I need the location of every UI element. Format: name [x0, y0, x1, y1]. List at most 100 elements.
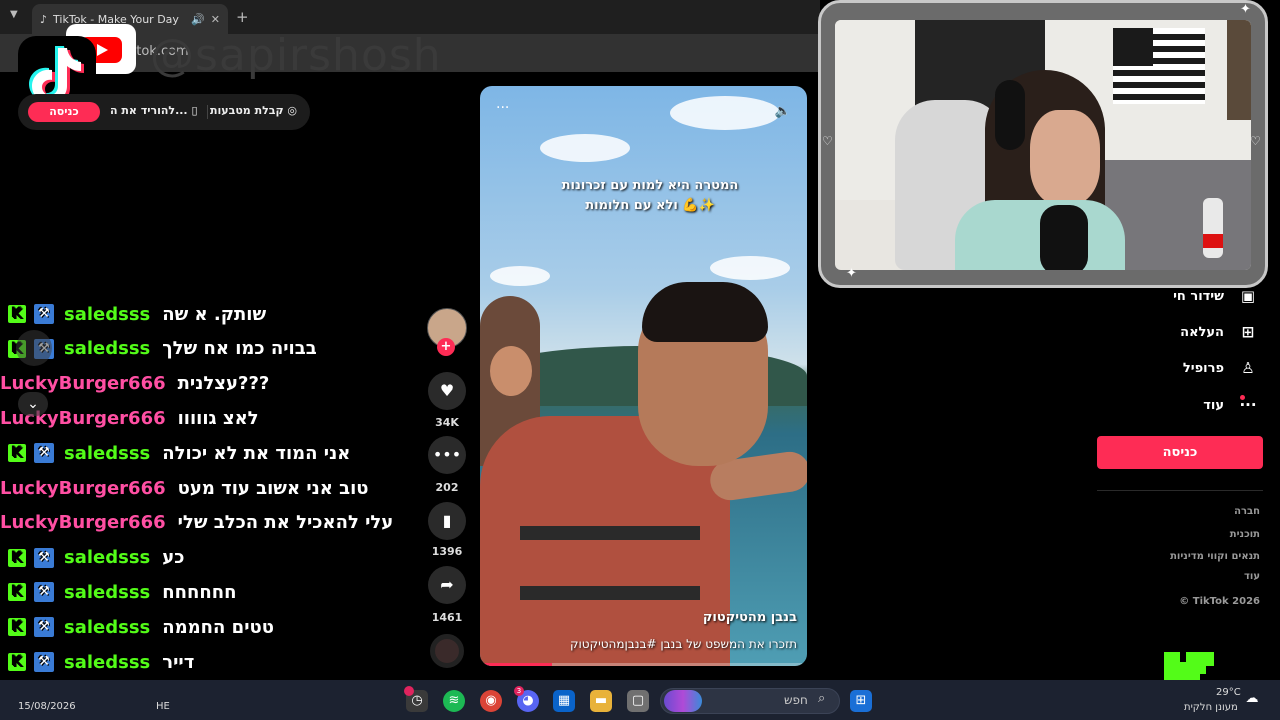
chat-username[interactable]: LuckyBurger666: [0, 478, 166, 499]
window-icon[interactable]: ▢: [627, 690, 649, 712]
live-tv-icon: ▣: [1240, 287, 1256, 305]
cloud: [540, 134, 630, 162]
chat-username[interactable]: LuckyBurger666: [0, 512, 166, 533]
bottle-label: [1203, 234, 1223, 248]
caption-line-1: המטרה היא למות עם זכרונות: [561, 178, 739, 193]
chat-text: שותק. א שה: [162, 303, 267, 325]
search-highlight-icon: [664, 690, 702, 712]
sidebar-item-label: פרופיל: [1182, 360, 1224, 376]
save-count: 1396: [431, 545, 463, 558]
footer-link-company[interactable]: חברה: [1234, 506, 1260, 517]
chat-message: LuckyBurger666 עלי להאכיל את הכלב שלי: [0, 506, 393, 540]
music-disc-icon[interactable]: [430, 634, 464, 668]
moderator-badge-icon: ⚒: [34, 617, 54, 638]
stream-watermark: @sapirshosh: [150, 30, 442, 81]
streamer-face: [1030, 110, 1100, 205]
footer-link-terms[interactable]: תנאים וקווי מדיניות: [1170, 551, 1260, 562]
headphones: [995, 80, 1025, 150]
video-player[interactable]: ··· 🔈 המטרה היא למות עם זכרונות ולא עם ח…: [480, 86, 807, 666]
copyright: © TikTok 2026: [1179, 596, 1260, 607]
chat-username[interactable]: saledsss: [64, 443, 150, 464]
divider: [1097, 490, 1263, 491]
get-coins-label: קבלת מטבעות: [210, 104, 284, 117]
cloud: [670, 96, 780, 130]
taskbar-language[interactable]: HE: [156, 701, 170, 712]
webcam-feed: [835, 20, 1251, 270]
video-progress-bar[interactable]: [480, 663, 807, 666]
chat-username[interactable]: LuckyBurger666: [0, 373, 166, 394]
new-tab-button[interactable]: +: [236, 8, 249, 26]
video-author[interactable]: בנבן מהטיקטוק: [703, 610, 797, 625]
follow-plus-icon[interactable]: +: [437, 338, 455, 356]
video-caption: המטרה היא למות עם זכרונות ולא עם חלומות …: [520, 176, 780, 216]
search-icon[interactable]: ⌕: [818, 691, 825, 706]
share-icon[interactable]: ➦: [428, 566, 466, 604]
chat-username[interactable]: saledsss: [64, 617, 150, 638]
more-options-icon[interactable]: ···: [496, 100, 509, 116]
chat-text: עצלנית???: [177, 373, 270, 395]
moderator-badge-icon: ⚒: [34, 304, 54, 324]
footer-link-more[interactable]: עוד: [1244, 571, 1260, 582]
heart-icon[interactable]: ♥: [428, 372, 466, 410]
sidebar-item-live[interactable]: שידור חי ▣: [1173, 284, 1258, 308]
close-tab-icon[interactable]: ✕: [211, 13, 220, 26]
bookmark-icon[interactable]: ▮: [428, 502, 466, 540]
sidebar-item-more[interactable]: עוד ···: [1203, 393, 1258, 417]
chat-message: K ⚒ saledsss אני המוד את לא יכולה: [0, 436, 350, 470]
chat-text: בבויה כמו אח שלך: [162, 338, 317, 360]
chevron-down-icon[interactable]: ⌄: [18, 392, 48, 416]
volume-icon[interactable]: 🔈: [775, 104, 791, 119]
chat-username[interactable]: saledsss: [64, 338, 150, 359]
chat-username[interactable]: saledsss: [64, 304, 150, 325]
temperature: 29°C: [1216, 687, 1241, 698]
footer-link-program[interactable]: תוכנית: [1230, 529, 1260, 540]
user-icon: ♙: [1241, 359, 1255, 377]
kick-badge-icon: K: [8, 305, 26, 323]
folder-icon[interactable]: ▬: [590, 690, 612, 712]
chat-username[interactable]: saledsss: [64, 547, 150, 568]
caption-line-2: ולא עם חלומות 💪✨: [585, 198, 715, 213]
tab-search-icon[interactable]: ▼: [10, 9, 18, 20]
stream-chat: K ⚒ saledsss שותק. א שה K ⚒ saledsss בבויה כמו …: [0, 300, 420, 710]
sidebar-item-label: עוד: [1203, 397, 1224, 413]
shelf: [1227, 20, 1251, 120]
phone-icon: ▯: [191, 104, 198, 117]
chrome-icon[interactable]: ◉: [480, 690, 502, 712]
chat-username[interactable]: saledsss: [64, 582, 150, 603]
sidebar-login-button[interactable]: כניסה: [1097, 436, 1263, 469]
kick-badge-icon: K: [8, 653, 26, 671]
vest-strap: [520, 526, 700, 540]
share-count: 1461: [431, 611, 463, 624]
download-app-link[interactable]: להוריד את ה... ▯: [110, 104, 198, 117]
get-coins-link[interactable]: קבלת מטבעות ◎: [210, 104, 297, 117]
sidebar-item-label: שידור חי: [1173, 288, 1224, 304]
chat-message: K ⚒ saledsss דייר: [0, 645, 194, 679]
girl-face: [490, 346, 532, 396]
like-count: 34K: [435, 416, 459, 429]
chat-text: עלי להאכיל את הכלב שלי: [177, 512, 394, 534]
header-login-button[interactable]: כניסה: [28, 102, 100, 122]
chat-text: טטים החממה: [162, 616, 274, 638]
chat-text: טוב אני אשוב עוד מעט: [177, 477, 369, 499]
store-icon[interactable]: ▦: [553, 690, 575, 712]
weather-icon[interactable]: ☁: [1241, 688, 1263, 710]
sidebar-item-upload[interactable]: העלאה ⊞: [1180, 320, 1258, 344]
tiktok-top-bar: כניסה להוריד את ה... ▯ קבלת מטבעות ◎: [18, 94, 310, 130]
start-windows-icon[interactable]: ⊞: [850, 690, 872, 712]
sidebar-item-profile[interactable]: פרופיל ♙: [1183, 356, 1258, 380]
speaker-icon[interactable]: 🔊: [191, 13, 205, 26]
taskbar-date: 15/08/2026: [18, 701, 76, 712]
comment-icon[interactable]: •••: [428, 436, 466, 474]
kick-badge-icon: K: [8, 444, 26, 463]
sparkle-icon: ✦: [846, 266, 857, 281]
moderator-badge-icon: ⚒: [34, 582, 54, 603]
water-bottle: [1203, 198, 1223, 258]
kick-badge-icon: K: [8, 618, 26, 637]
chat-username[interactable]: saledsss: [64, 652, 150, 673]
chat-avatar-overlay: [16, 330, 52, 366]
coin-icon: ◎: [287, 104, 298, 117]
spotify-icon[interactable]: ≋: [443, 690, 465, 712]
download-app-label: להוריד את ה...: [110, 104, 188, 117]
moderator-badge-icon: ⚒: [34, 652, 54, 672]
man-hair: [642, 282, 768, 342]
